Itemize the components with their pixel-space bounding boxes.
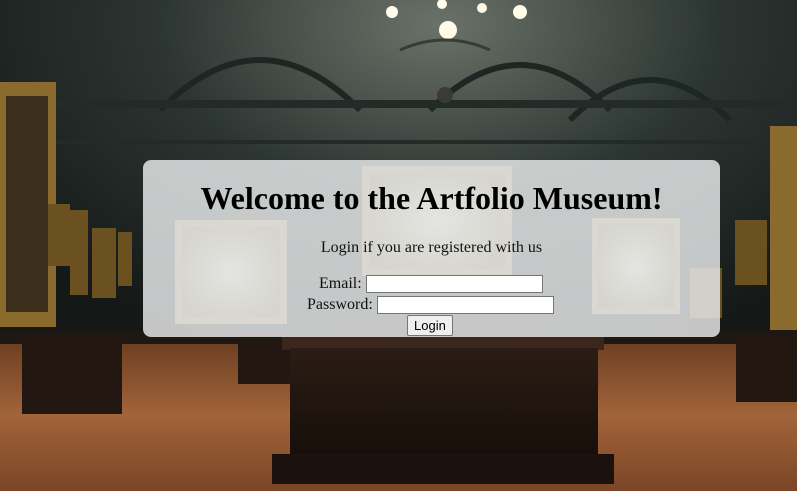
email-row: Email: bbox=[143, 273, 720, 294]
password-field[interactable] bbox=[376, 295, 554, 314]
email-field[interactable] bbox=[365, 274, 543, 293]
password-row: Password: bbox=[143, 294, 720, 315]
login-form: Email: Password: Login bbox=[143, 273, 720, 336]
login-subtitle: Login if you are registered with us bbox=[320, 239, 543, 256]
login-panel: Welcome to the Artfolio Museum! Login if… bbox=[143, 160, 720, 337]
email-label: Email: bbox=[319, 275, 362, 292]
page-title: Welcome to the Artfolio Museum! bbox=[200, 180, 663, 216]
login-button[interactable]: Login bbox=[407, 315, 453, 336]
submit-row: Login bbox=[143, 315, 720, 336]
password-label: Password: bbox=[307, 296, 373, 313]
